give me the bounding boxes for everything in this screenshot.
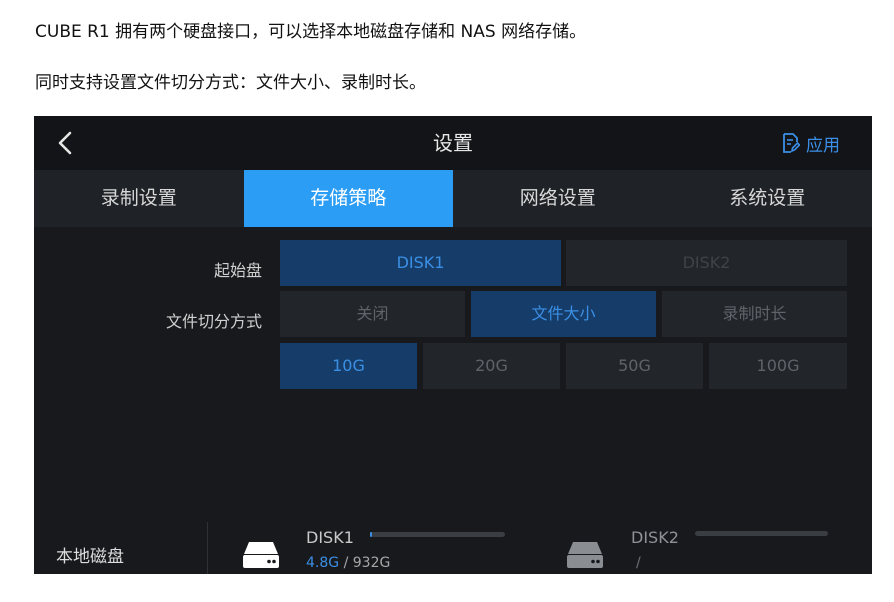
back-button[interactable] <box>52 128 80 158</box>
local-disk-label: 本地磁盘 <box>56 547 124 567</box>
disk2-name: DISK2 <box>631 528 679 547</box>
disk1-name: DISK1 <box>306 528 354 547</box>
split-mode-label: 文件切分方式 <box>165 312 262 331</box>
tab-storage-policy[interactable]: 存储策略 <box>243 170 453 227</box>
split-mode-option-record-duration[interactable]: 录制时长 <box>662 291 847 337</box>
start-disk-option-disk2[interactable]: DISK2 <box>566 240 847 286</box>
tab-network-settings[interactable]: 网络设置 <box>453 170 663 227</box>
size-option-10g[interactable]: 10G <box>280 343 417 389</box>
chevron-left-icon <box>58 131 72 155</box>
apply-label: 应用 <box>806 135 840 156</box>
split-mode-option-off[interactable]: 关闭 <box>280 291 465 337</box>
hard-disk-icon <box>567 542 603 568</box>
local-disk-section: 本地磁盘 DISK1 4.8G / 932G DISK2 / <box>34 518 872 574</box>
disk2-separator: / <box>636 555 641 571</box>
size-option-50g[interactable]: 50G <box>566 343 703 389</box>
disk1-separator: / <box>339 555 353 571</box>
disk1-usage-bar <box>370 532 505 537</box>
size-option-20g[interactable]: 20G <box>423 343 560 389</box>
tab-recording-settings[interactable]: 录制设置 <box>34 170 244 227</box>
intro-line-2: 同时支持设置文件切分方式：文件大小、录制时长。 <box>35 73 426 93</box>
intro-line-1: CUBE R1 拥有两个硬盘接口，可以选择本地磁盘存储和 NAS 网络存储。 <box>35 22 587 42</box>
divider <box>207 522 208 574</box>
disk1-used: 4.8G <box>306 555 340 571</box>
top-bar: 设置 应用 <box>34 116 872 170</box>
start-disk-option-disk1[interactable]: DISK1 <box>280 240 561 286</box>
disk1-usage-text: 4.8G / 932G <box>306 555 390 571</box>
disk1-usage-fill <box>370 532 372 537</box>
document-edit-icon <box>783 133 800 153</box>
page-title: 设置 <box>433 131 473 155</box>
disk1-total: 932G <box>352 555 391 571</box>
settings-screen: 设置 应用 录制设置 存储策略 网络设置 系统设置 起始盘 DISK1 DISK… <box>34 116 872 574</box>
split-mode-option-file-size[interactable]: 文件大小 <box>471 291 656 337</box>
size-option-100g[interactable]: 100G <box>709 343 847 389</box>
settings-tabs: 录制设置 存储策略 网络设置 系统设置 <box>34 170 872 227</box>
disk2-usage-text: / <box>636 555 641 571</box>
apply-button[interactable]: 应用 <box>782 129 840 157</box>
hard-disk-icon <box>243 542 279 568</box>
start-disk-label: 起始盘 <box>213 261 262 280</box>
disk2-usage-bar <box>695 531 828 536</box>
tab-system-settings[interactable]: 系统设置 <box>663 170 873 227</box>
